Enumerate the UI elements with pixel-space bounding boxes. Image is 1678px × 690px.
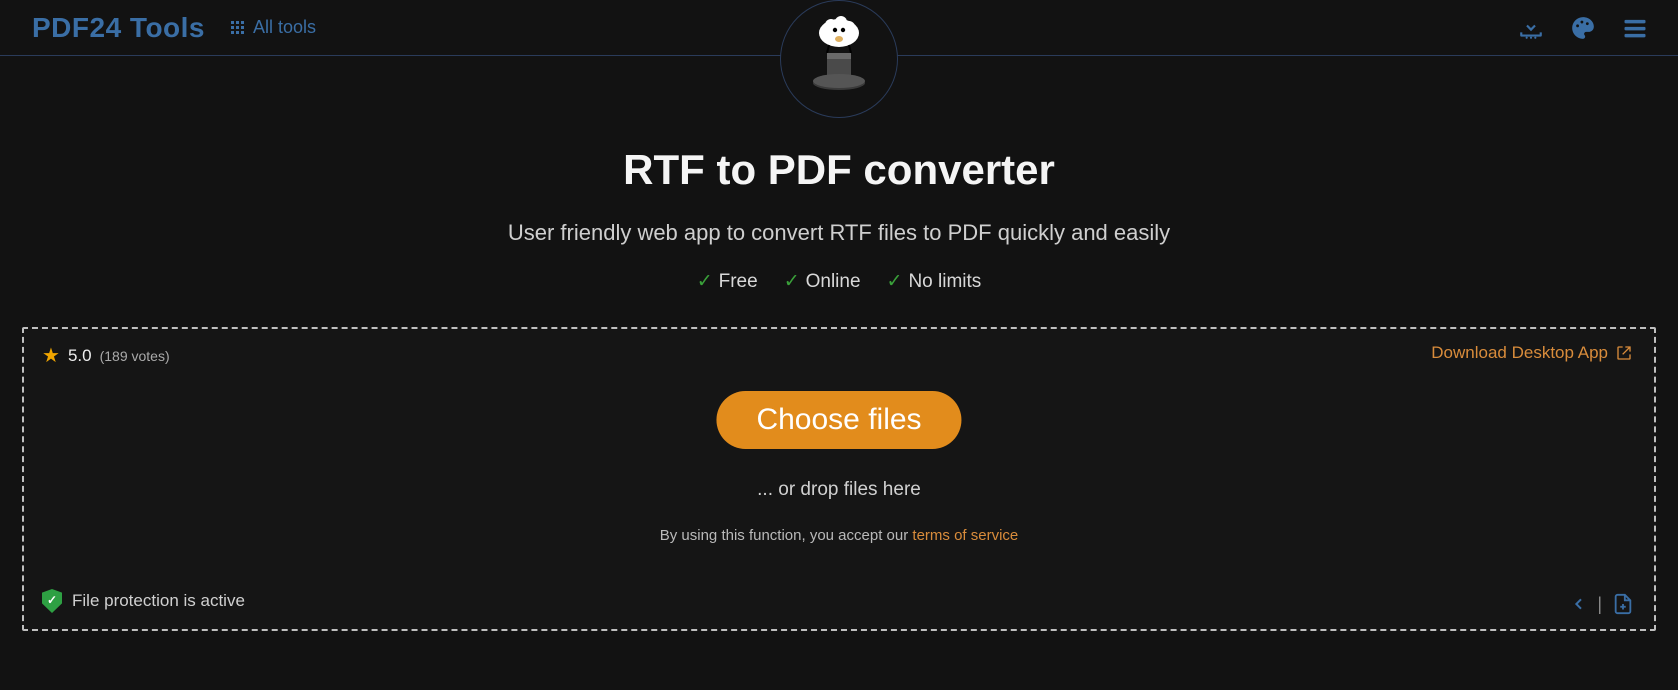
palette-icon[interactable] bbox=[1568, 13, 1598, 43]
dropzone[interactable]: ★ 5.0 (189 votes) Download Desktop App C… bbox=[22, 327, 1656, 631]
header-right bbox=[1516, 13, 1650, 43]
feature-nolimits: ✓No limits bbox=[887, 270, 982, 293]
star-icon: ★ bbox=[42, 343, 60, 368]
tos-link[interactable]: terms of service bbox=[912, 527, 1018, 544]
sheep-icon bbox=[809, 13, 869, 55]
grid-icon bbox=[231, 21, 245, 35]
bottom-right-controls: | bbox=[1571, 593, 1634, 615]
choose-files-button[interactable]: Choose files bbox=[716, 391, 961, 449]
all-tools-link[interactable]: All tools bbox=[231, 17, 316, 38]
hero: RTF to PDF converter User friendly web a… bbox=[0, 146, 1678, 293]
add-file-icon[interactable] bbox=[1612, 593, 1634, 615]
mascot-badge bbox=[780, 0, 898, 118]
rating-votes: (189 votes) bbox=[100, 348, 170, 364]
header: PDF24 Tools All tools bbox=[0, 0, 1678, 56]
download-desktop-label: Download Desktop App bbox=[1431, 343, 1608, 363]
external-link-icon bbox=[1616, 345, 1632, 361]
rating[interactable]: ★ 5.0 (189 votes) bbox=[42, 343, 170, 368]
page-subtitle: User friendly web app to convert RTF fil… bbox=[0, 220, 1678, 246]
all-tools-label: All tools bbox=[253, 17, 316, 38]
page-title: RTF to PDF converter bbox=[0, 146, 1678, 194]
tos-line: By using this function, you accept our t… bbox=[660, 527, 1019, 544]
shield-icon bbox=[42, 589, 62, 613]
brand-logo[interactable]: PDF24 Tools bbox=[32, 12, 205, 44]
file-protection-label: File protection is active bbox=[72, 591, 245, 611]
feature-online: ✓Online bbox=[784, 270, 861, 293]
separator: | bbox=[1597, 594, 1602, 615]
feature-free: ✓Free bbox=[697, 270, 758, 293]
file-protection[interactable]: File protection is active bbox=[42, 589, 245, 613]
tos-prefix: By using this function, you accept our bbox=[660, 527, 913, 544]
download-icon[interactable] bbox=[1516, 13, 1546, 43]
chevron-left-icon[interactable] bbox=[1571, 596, 1587, 612]
drop-hint: ... or drop files here bbox=[757, 479, 921, 501]
feature-row: ✓Free ✓Online ✓No limits bbox=[0, 270, 1678, 293]
menu-icon[interactable] bbox=[1620, 13, 1650, 43]
rating-score: 5.0 bbox=[68, 346, 92, 366]
top-hat-icon bbox=[809, 53, 869, 97]
download-desktop-link[interactable]: Download Desktop App bbox=[1431, 343, 1632, 363]
